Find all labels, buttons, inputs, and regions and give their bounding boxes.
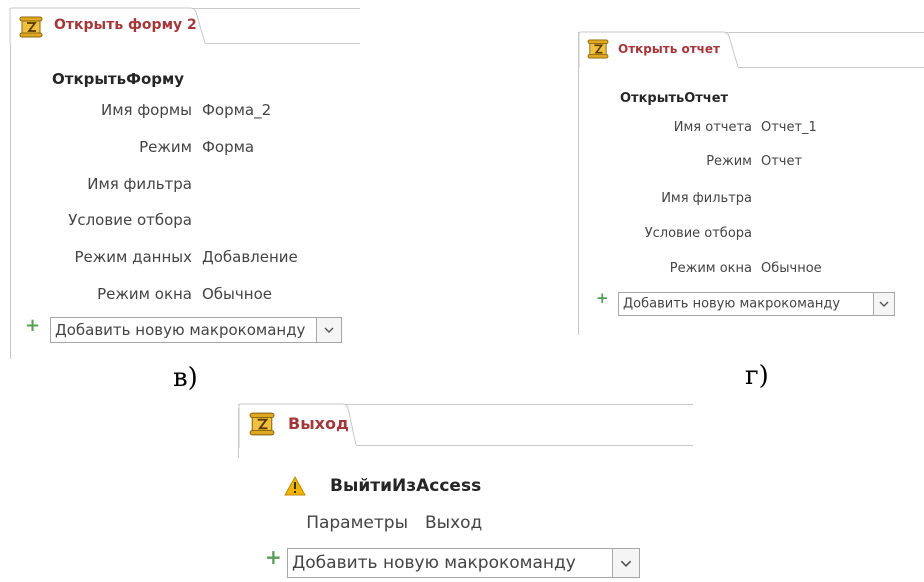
chevron-down-icon[interactable]	[316, 318, 341, 342]
argument-value[interactable]: Обычное	[761, 261, 822, 276]
argument-label: Режим данных	[74, 248, 192, 266]
add-new-action-combobox[interactable]: Добавить новую макрокоманду	[618, 292, 895, 316]
argument-label: Параметры	[306, 513, 408, 533]
tab-strip-line	[205, 43, 360, 44]
macro-panel-open-report: Открыть отчет ОткрытьОтчет Имя отчета От…	[578, 30, 924, 335]
macro-scroll-icon	[587, 39, 609, 59]
caption-g: г)	[745, 361, 769, 391]
argument-label: Имя отчета	[673, 120, 752, 135]
argument-label: Режим	[139, 138, 192, 156]
macro-panel-open-form: Открыть форму 2 ОткрытьФорму Имя формы Ф…	[0, 0, 360, 360]
argument-label: Условие отбора	[644, 226, 752, 241]
add-new-action-label: Добавить новую макрокоманду	[55, 321, 306, 339]
argument-value[interactable]: Выход	[425, 513, 482, 533]
add-action-plus-icon[interactable]: +	[596, 289, 609, 307]
argument-label: Имя фильтра	[87, 175, 192, 193]
tab-strip-line	[356, 445, 693, 446]
macro-action-name[interactable]: ОткрытьФорму	[52, 70, 184, 88]
tab-title: Выход	[288, 414, 349, 433]
argument-value[interactable]: Форма_2	[202, 101, 271, 119]
chevron-down-icon[interactable]	[873, 293, 894, 315]
argument-value[interactable]: Добавление	[202, 248, 298, 266]
argument-label: Режим окна	[97, 285, 192, 303]
argument-label: Режим	[706, 154, 752, 169]
macro-scroll-icon	[249, 412, 275, 436]
tab-title: Открыть форму 2	[54, 17, 197, 33]
macro-action-name[interactable]: ОткрытьОтчет	[620, 91, 728, 106]
warning-icon	[284, 476, 306, 496]
caption-v: в)	[173, 363, 198, 393]
panel-left-border	[10, 24, 11, 359]
panel-left-border	[578, 32, 579, 335]
macro-action-name[interactable]: ВыйтиИзAccess	[330, 476, 481, 496]
argument-label: Условие отбора	[68, 211, 192, 229]
add-new-action-combobox[interactable]: Добавить новую макрокоманду	[50, 317, 342, 343]
tab-strip-line	[738, 67, 924, 68]
macro-scroll-icon	[19, 16, 43, 38]
argument-value[interactable]: Обычное	[202, 285, 272, 303]
add-new-action-label: Добавить новую макрокоманду	[623, 296, 841, 312]
add-new-action-combobox[interactable]: Добавить новую макрокоманду	[287, 548, 640, 578]
argument-label: Имя фильтра	[661, 191, 752, 206]
argument-label: Имя формы	[100, 101, 192, 119]
add-new-action-label: Добавить новую макрокоманду	[292, 553, 576, 573]
argument-value[interactable]: Форма	[202, 138, 254, 156]
add-action-plus-icon[interactable]: +	[25, 315, 40, 336]
tab-title: Открыть отчет	[618, 42, 720, 56]
argument-label: Режим окна	[669, 261, 752, 276]
macro-panel-exit: Выход ВыйтиИзAccess Параметры Выход + До…	[238, 400, 693, 582]
add-action-plus-icon[interactable]: +	[265, 545, 282, 569]
argument-value[interactable]: Отчет	[761, 154, 802, 169]
argument-value[interactable]: Отчет_1	[761, 120, 817, 135]
chevron-down-icon[interactable]	[612, 549, 639, 577]
